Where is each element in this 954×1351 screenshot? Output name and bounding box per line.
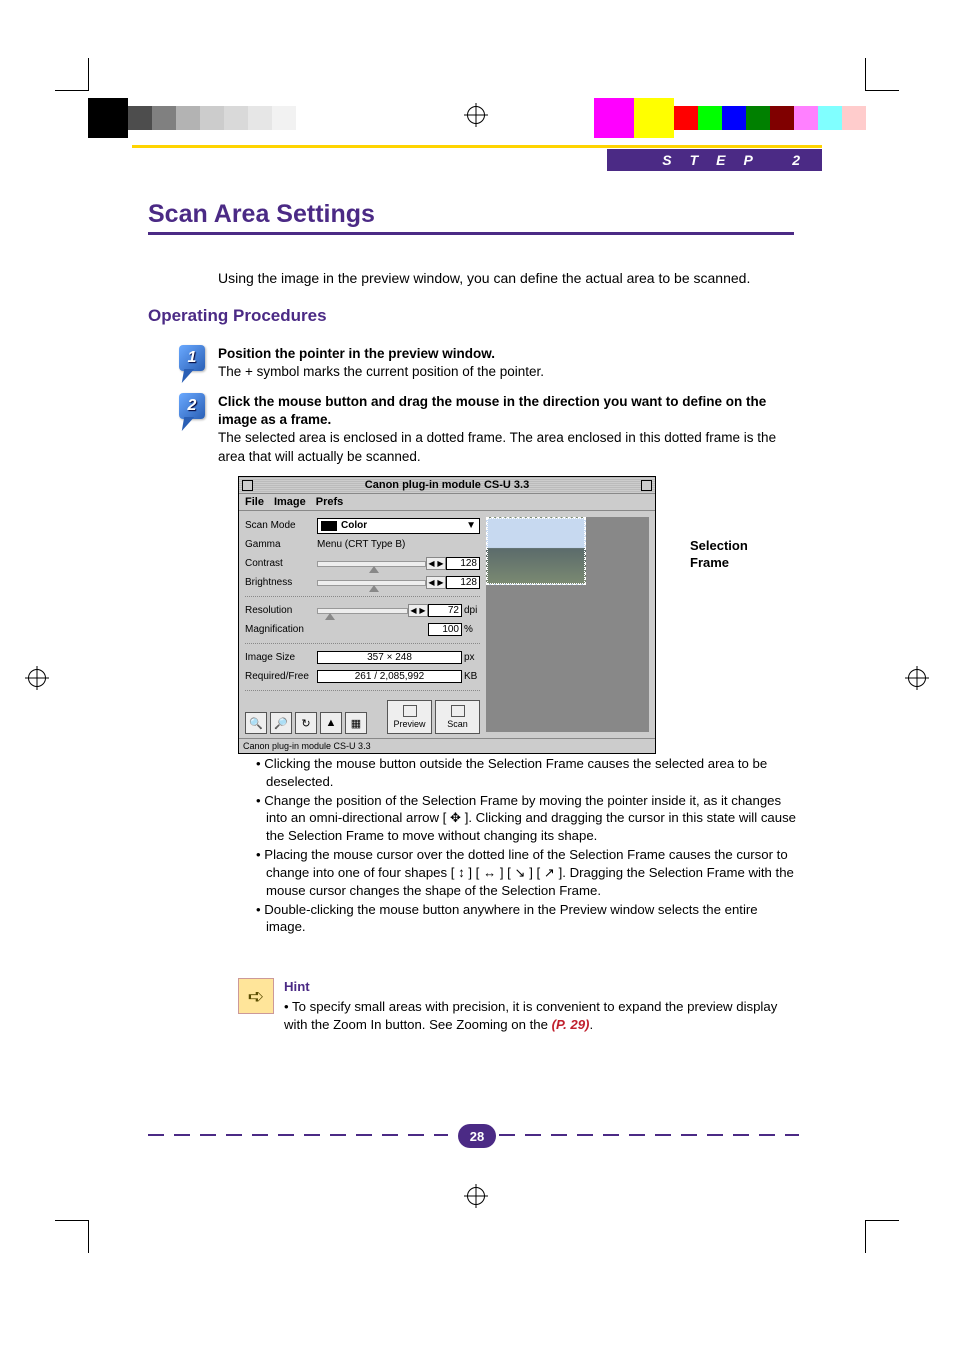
negative-icon[interactable]: ▲ <box>320 712 342 734</box>
hint-title: Hint <box>284 978 799 996</box>
footer-dashes <box>499 1134 799 1136</box>
preview-button[interactable]: Preview <box>387 700 432 734</box>
contrast-value[interactable]: 128 <box>446 557 480 570</box>
bullet-list: • Clicking the mouse button outside the … <box>256 755 799 937</box>
step-banner: STEP 2 <box>607 149 822 171</box>
image-size-unit: px <box>462 652 480 663</box>
crop-mark <box>865 1220 866 1253</box>
procedure-step-1: 1 Position the pointer in the preview wi… <box>182 345 799 381</box>
scan-button[interactable]: Scan <box>435 700 480 734</box>
zoom-in-icon[interactable]: 🔍 <box>245 712 267 734</box>
intro-text: Using the image in the preview window, y… <box>218 270 799 286</box>
crop-mark <box>865 58 866 91</box>
brightness-label: Brightness <box>245 577 317 588</box>
contrast-stepper[interactable]: ◀▶ <box>426 557 446 570</box>
bullet-4: • Double-clicking the mouse button anywh… <box>256 901 799 937</box>
scan-icon <box>451 705 465 717</box>
contrast-slider[interactable] <box>317 561 426 567</box>
menu-image[interactable]: Image <box>274 496 306 508</box>
menu-bar: File Image Prefs <box>239 494 655 511</box>
resolution-stepper[interactable]: ◀▶ <box>408 604 428 617</box>
magnification-label: Magnification <box>245 624 317 635</box>
selection-frame-caption: SelectionFrame <box>690 538 748 572</box>
step-1-title: Position the pointer in the preview wind… <box>218 346 495 361</box>
step-number-icon: 2 <box>179 393 205 419</box>
footer-dashes <box>148 1134 448 1136</box>
page-number: 28 <box>458 1124 496 1148</box>
registration-mark <box>467 1187 485 1205</box>
image-size-label: Image Size <box>245 652 317 663</box>
gamma-value: Menu (CRT Type B) <box>317 539 405 550</box>
bullet-3: • Placing the mouse cursor over the dott… <box>256 846 799 899</box>
image-size-value: 357 × 248 <box>317 651 462 664</box>
scan-mode-value: Color <box>341 520 367 531</box>
bullet-1: • Clicking the mouse button outside the … <box>256 755 799 791</box>
image-icon[interactable]: ▦ <box>345 712 367 734</box>
resolution-value[interactable]: 72 <box>428 604 462 617</box>
brightness-value[interactable]: 128 <box>446 576 480 589</box>
status-bar: Canon plug-in module CS-U 3.3 <box>239 738 655 753</box>
registration-mark <box>908 669 926 687</box>
crop-mark <box>55 1220 88 1221</box>
hint-icon: ➪ <box>238 978 274 1014</box>
contrast-label: Contrast <box>245 558 317 569</box>
menu-file[interactable]: File <box>245 496 264 508</box>
menu-prefs[interactable]: Prefs <box>316 496 344 508</box>
brightness-stepper[interactable]: ◀▶ <box>426 576 446 589</box>
page-reference-link[interactable]: (P. 29) <box>552 1017 590 1032</box>
grayscale-colorbar <box>88 106 296 146</box>
selection-frame[interactable] <box>486 517 586 585</box>
zoom-out-icon[interactable]: 🔎 <box>270 712 292 734</box>
close-box-icon[interactable] <box>242 480 253 491</box>
window-title: Canon plug-in module CS-U 3.3 <box>253 479 641 491</box>
resolution-slider[interactable] <box>317 608 408 614</box>
registration-mark <box>28 669 46 687</box>
magnification-value[interactable]: 100 <box>428 623 462 636</box>
required-free-unit: KB <box>462 671 480 682</box>
step-2-body: The selected area is enclosed in a dotte… <box>218 430 776 463</box>
scan-mode-dropdown[interactable]: Color ▼ <box>317 518 480 534</box>
zoom-box-icon[interactable] <box>641 480 652 491</box>
preview-area[interactable] <box>486 517 649 732</box>
resolution-unit: dpi <box>462 605 480 616</box>
color-colorbar <box>594 106 866 146</box>
section-heading: Operating Procedures <box>148 306 327 326</box>
resolution-label: Resolution <box>245 605 317 616</box>
title-rule <box>148 232 794 235</box>
brightness-slider[interactable] <box>317 580 426 586</box>
title-bar: Canon plug-in module CS-U 3.3 <box>239 477 655 494</box>
gamma-label: Gamma <box>245 539 317 550</box>
dropdown-arrow-icon: ▼ <box>466 520 476 531</box>
scanner-window: Canon plug-in module CS-U 3.3 File Image… <box>238 476 656 754</box>
scan-mode-label: Scan Mode <box>245 520 317 531</box>
crop-mark <box>866 1220 899 1221</box>
color-swatch-icon <box>321 521 337 531</box>
scanner-dialog-figure: Canon plug-in module CS-U 3.3 File Image… <box>238 476 656 754</box>
crop-mark <box>88 58 89 91</box>
step-number-icon: 1 <box>179 345 205 371</box>
crop-mark <box>55 90 88 91</box>
preview-icon <box>403 705 417 717</box>
magnification-unit: % <box>462 624 480 635</box>
registration-mark <box>467 106 485 124</box>
bullet-2: • Change the position of the Selection F… <box>256 792 799 845</box>
crop-mark <box>866 90 899 91</box>
required-free-value: 261 / 2,085,992 <box>317 670 462 683</box>
page-title: Scan Area Settings <box>148 200 375 229</box>
hint-block: ➪ Hint • To specify small areas with pre… <box>238 978 799 1033</box>
procedure-step-2: 2 Click the mouse button and drag the mo… <box>182 393 799 466</box>
header-rule <box>132 145 822 148</box>
required-free-label: Required/Free <box>245 671 317 682</box>
step-1-body: The + symbol marks the current position … <box>218 364 544 379</box>
crop-mark <box>88 1220 89 1253</box>
step-2-title: Click the mouse button and drag the mous… <box>218 394 766 427</box>
hint-body: • To specify small areas with precision,… <box>284 998 799 1034</box>
rotate-icon[interactable]: ↻ <box>295 712 317 734</box>
